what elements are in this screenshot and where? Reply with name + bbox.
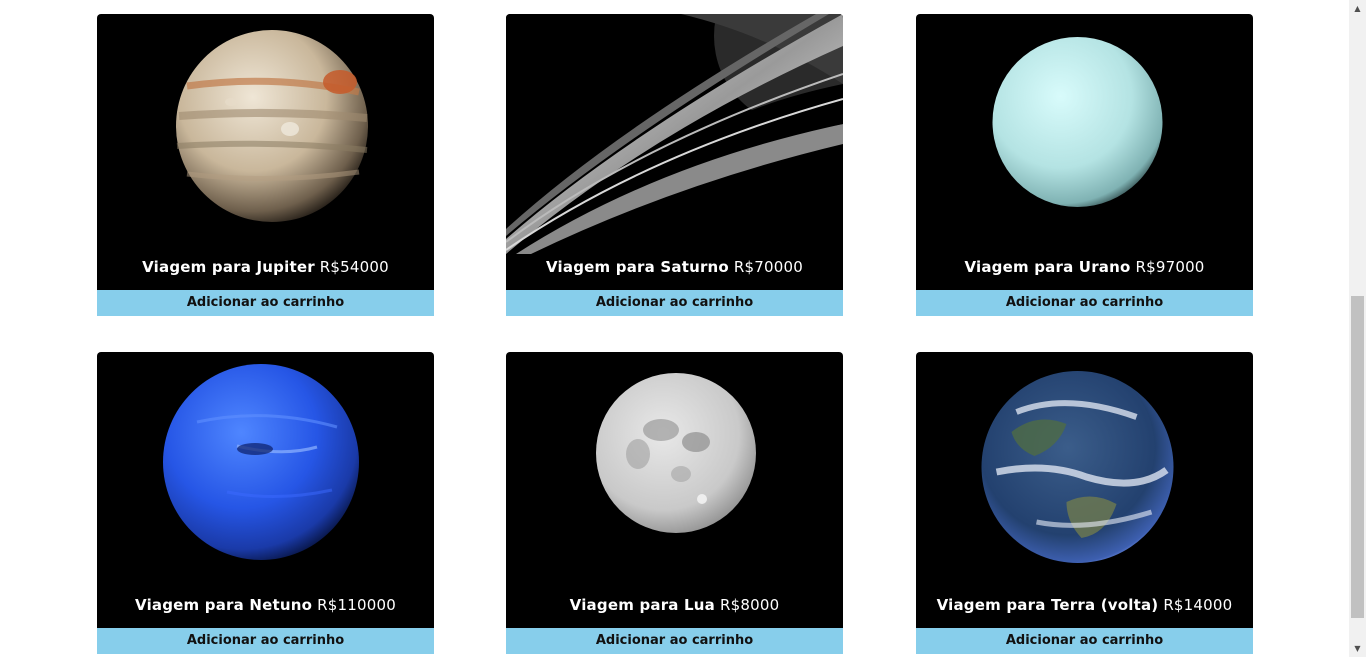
- earth-image: [981, 371, 1174, 563]
- product-price: R$110000: [317, 596, 396, 614]
- product-caption: Viagem para Terra (volta) R$14000: [916, 596, 1253, 614]
- product-card-uranus: Viagem para Urano R$97000 Adicionar ao c…: [916, 14, 1253, 316]
- vertical-scrollbar[interactable]: ▲ ▼: [1349, 0, 1366, 657]
- product-caption: Viagem para Lua R$8000: [506, 596, 843, 614]
- product-name: Viagem para Urano: [964, 258, 1131, 276]
- product-price: R$14000: [1163, 596, 1233, 614]
- product-price: R$8000: [719, 596, 780, 614]
- product-name: Viagem para Lua: [569, 596, 716, 614]
- chevron-down-icon[interactable]: ▼: [1349, 640, 1366, 657]
- moon-image: [596, 373, 756, 533]
- product-card-jupiter: Viagem para Jupiter R$54000 Adicionar ao…: [97, 14, 434, 316]
- add-to-cart-button[interactable]: Adicionar ao carrinho: [916, 628, 1253, 654]
- product-price: R$97000: [1135, 258, 1205, 276]
- product-card-neptune: Viagem para Netuno R$110000 Adicionar ao…: [97, 352, 434, 654]
- add-to-cart-button[interactable]: Adicionar ao carrinho: [506, 628, 843, 654]
- add-to-cart-button[interactable]: Adicionar ao carrinho: [506, 290, 843, 316]
- product-card-saturn: Viagem para Saturno R$70000 Adicionar ao…: [506, 14, 843, 316]
- product-caption: Viagem para Jupiter R$54000: [97, 258, 434, 276]
- product-caption: Viagem para Saturno R$70000: [506, 258, 843, 276]
- saturn-image: [506, 14, 843, 254]
- product-price: R$54000: [319, 258, 389, 276]
- scrollbar-thumb[interactable]: [1351, 296, 1364, 618]
- add-to-cart-button[interactable]: Adicionar ao carrinho: [97, 290, 434, 316]
- jupiter-image: [176, 30, 368, 222]
- product-caption: Viagem para Netuno R$110000: [97, 596, 434, 614]
- uranus-image: [992, 37, 1163, 207]
- add-to-cart-button[interactable]: Adicionar ao carrinho: [97, 628, 434, 654]
- product-name: Viagem para Saturno: [546, 258, 729, 276]
- product-name: Viagem para Terra (volta): [936, 596, 1159, 614]
- neptune-image: [163, 364, 359, 560]
- product-price: R$70000: [733, 258, 803, 276]
- product-grid: Viagem para Jupiter R$54000 Adicionar ao…: [0, 0, 1349, 657]
- chevron-up-icon[interactable]: ▲: [1349, 0, 1366, 17]
- add-to-cart-button[interactable]: Adicionar ao carrinho: [916, 290, 1253, 316]
- product-caption: Viagem para Urano R$97000: [916, 258, 1253, 276]
- product-card-earth: Viagem para Terra (volta) R$14000 Adicio…: [916, 352, 1253, 654]
- product-name: Viagem para Netuno: [135, 596, 313, 614]
- product-card-moon: Viagem para Lua R$8000 Adicionar ao carr…: [506, 352, 843, 654]
- product-name: Viagem para Jupiter: [142, 258, 315, 276]
